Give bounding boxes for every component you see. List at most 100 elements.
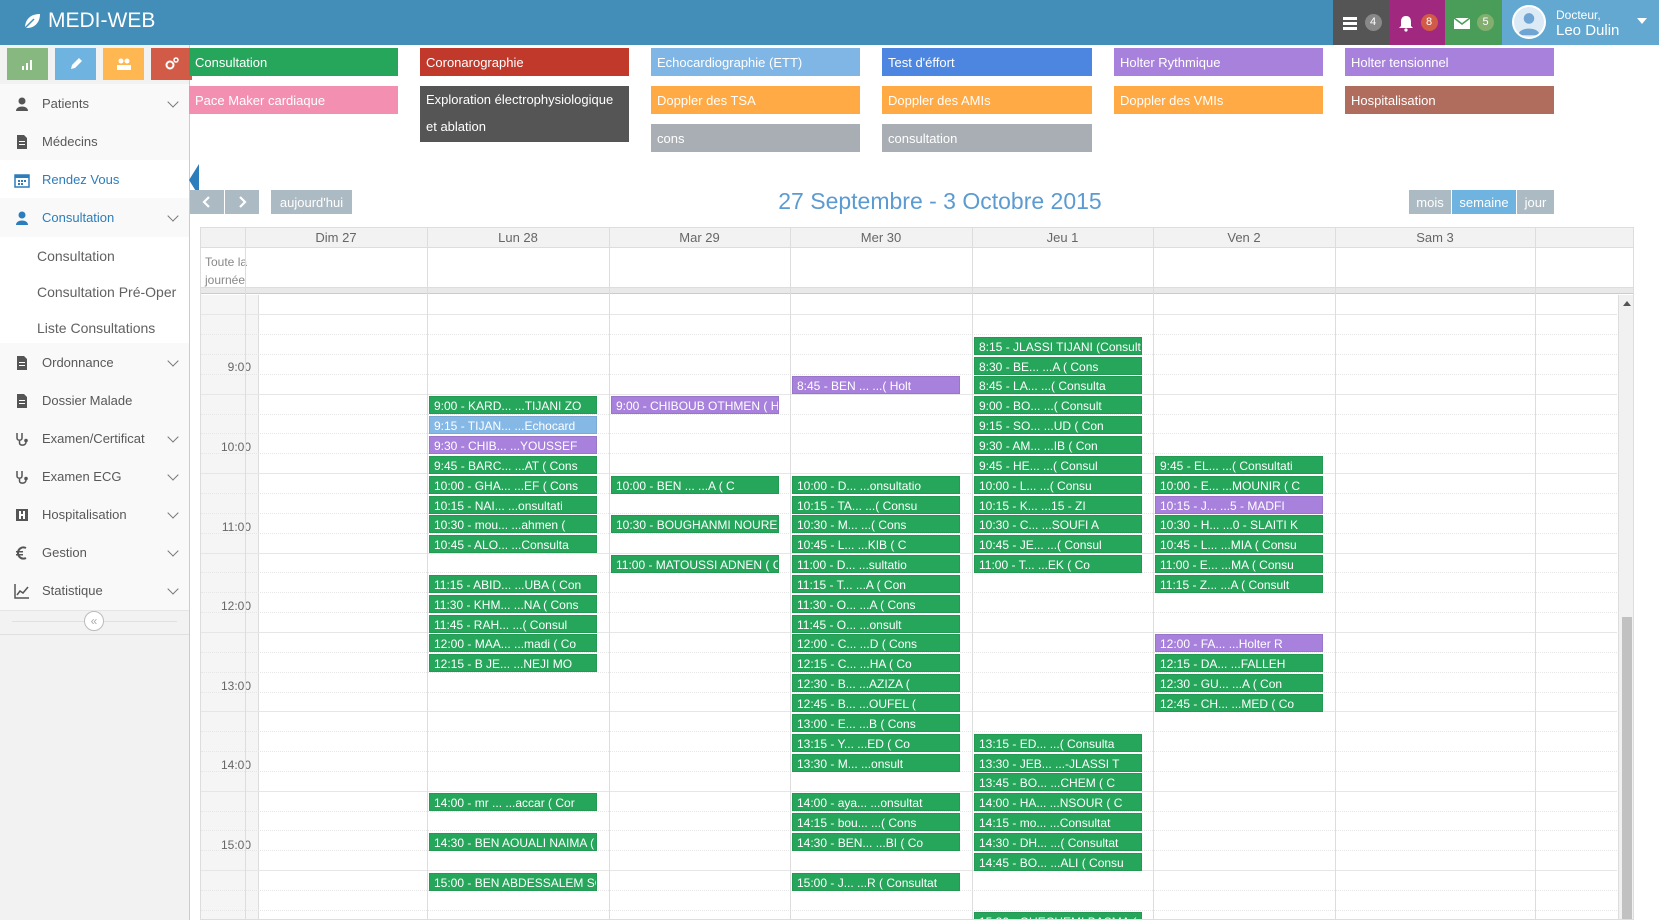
shortcut-edit-button[interactable] xyxy=(55,48,96,80)
appointment-event[interactable]: 8:15 - JLASSI TIJANI (Consultation) xyxy=(974,336,1142,355)
tasks-button[interactable]: 4 xyxy=(1333,0,1389,45)
appointment-event[interactable]: 13:15 - Y... ...ED ( Co xyxy=(792,733,960,752)
scroll-up-icon[interactable] xyxy=(1623,301,1631,306)
appointment-event[interactable]: 9:30 - AM... ...IB ( Con xyxy=(974,435,1142,454)
appointment-event[interactable]: 12:15 - DA... ...FALLEH xyxy=(1155,654,1323,673)
appointment-event[interactable]: 11:00 - T... ...EK ( Co xyxy=(974,555,1142,574)
appointment-event[interactable]: 14:00 - HA... ...NSOUR ( C xyxy=(974,793,1142,812)
submenu-consultation-pre-oper[interactable]: Consultation Pré-Oper xyxy=(0,273,189,311)
type-holter-rythmique[interactable]: Holter Rythmique xyxy=(1114,48,1323,76)
next-week-button[interactable] xyxy=(225,190,259,214)
view-week-button[interactable]: semaine xyxy=(1452,190,1516,214)
appointment-event[interactable]: 10:30 - BOUGHANMI NOUREDD xyxy=(611,515,779,534)
appointment-event[interactable]: 10:15 - K... ...15 - ZI xyxy=(974,495,1142,514)
type-echocardiographie[interactable]: Echocardiographie (ETT) xyxy=(651,48,860,76)
user-menu[interactable]: Docteur, Leo Dulin xyxy=(1502,0,1659,45)
type-consultation[interactable]: Consultation xyxy=(189,48,398,76)
appointment-event[interactable]: 8:45 - LA... ...( Consulta xyxy=(974,376,1142,395)
appointment-event[interactable]: 11:45 - O... ...onsult xyxy=(792,614,960,633)
submenu-consultation[interactable]: Consultation xyxy=(0,237,189,275)
appointment-event[interactable]: 10:30 - M... ...( Cons xyxy=(792,515,960,534)
brand[interactable]: MEDI-WEB xyxy=(22,9,155,33)
appointment-event[interactable]: 13:00 - E... ...B ( Cons xyxy=(792,713,960,732)
view-day-button[interactable]: jour xyxy=(1517,190,1554,214)
appointment-event[interactable]: 12:00 - C... ...D ( Cons xyxy=(792,634,960,653)
appointment-event[interactable]: 10:15 - NAI... ...onsultati xyxy=(429,495,597,514)
appointment-event[interactable]: 12:45 - B... ...OUFEL ( xyxy=(792,694,960,712)
appointment-event[interactable]: 12:15 - B JE... ...NEJI MO xyxy=(429,654,597,673)
appointment-event[interactable]: 12:00 - FA... ...Holter R xyxy=(1155,634,1323,653)
type-cons[interactable]: cons xyxy=(651,124,860,152)
type-pace-maker[interactable]: Pace Maker cardiaque xyxy=(189,86,398,114)
scroll-thumb[interactable] xyxy=(1622,617,1632,919)
appointment-event[interactable]: 10:00 - E... ...MOUNIR ( C xyxy=(1155,475,1323,494)
appointment-event[interactable]: 14:15 - mo... ...Consultat xyxy=(974,813,1142,832)
type-doppler-vmis[interactable]: Doppler des VMIs xyxy=(1114,86,1323,114)
appointment-event[interactable]: 12:00 - MAA... ...madi ( Co xyxy=(429,634,597,653)
sidebar-item-gestion[interactable]: Gestion xyxy=(0,533,189,573)
sidebar-item-examen-ecg[interactable]: Examen ECG xyxy=(0,457,189,497)
type-coronarographie[interactable]: Coronarographie xyxy=(420,48,629,76)
appointment-event[interactable]: 10:00 - D... ...onsultatio xyxy=(792,475,960,494)
appointment-event[interactable]: 13:30 - JEB... ...-JLASSI T xyxy=(974,753,1142,772)
appointment-event[interactable]: 11:00 - D... ...sultatio xyxy=(792,555,960,574)
shortcut-settings-button[interactable] xyxy=(151,48,192,80)
appointment-event[interactable]: 14:00 - mr ... ...accar ( Cor xyxy=(429,793,597,812)
appointment-event[interactable]: 11:30 - KHM... ...NA ( Cons xyxy=(429,594,597,613)
shortcut-stats-button[interactable] xyxy=(7,48,48,80)
appointment-event[interactable]: 15:30 - GUECHEMI BASMA ( Co xyxy=(974,912,1142,919)
appointment-event[interactable]: 11:15 - Z... ...A ( Consult xyxy=(1155,574,1323,593)
appointment-event[interactable]: 10:45 - JE... ...( Consul xyxy=(974,535,1142,554)
appointment-event[interactable]: 11:00 - E... ...MA ( Consu xyxy=(1155,555,1323,574)
type-doppler-amis[interactable]: Doppler des AMIs xyxy=(882,86,1092,114)
sidebar-item-medecins[interactable]: Médecins xyxy=(0,122,189,162)
appointment-event[interactable]: 13:30 - M... ...onsult xyxy=(792,753,960,772)
appointment-event[interactable]: 10:45 - L... ...KIB ( C xyxy=(792,535,960,554)
sidebar-item-rendez-vous[interactable]: Rendez Vous xyxy=(0,160,199,200)
appointment-event[interactable]: 11:30 - O... ...A ( Cons xyxy=(792,594,960,613)
notifications-button[interactable]: 8 xyxy=(1389,0,1445,45)
appointment-event[interactable]: 11:15 - ABID... ...UBA ( Con xyxy=(429,574,597,593)
sidebar-item-dossier-malade[interactable]: Dossier Malade xyxy=(0,381,189,421)
type-holter-tensionnel[interactable]: Holter tensionnel xyxy=(1345,48,1554,76)
appointment-event[interactable]: 8:45 - BEN ... ...( Holt xyxy=(792,376,960,395)
prev-week-button[interactable] xyxy=(190,190,224,214)
shortcut-users-button[interactable] xyxy=(103,48,144,80)
appointment-event[interactable]: 14:15 - bou... ...( Cons xyxy=(792,813,960,832)
appointment-event[interactable]: 10:30 - mou... ...ahmen ( xyxy=(429,515,597,534)
appointment-event[interactable]: 9:00 - BO... ...( Consult xyxy=(974,396,1142,415)
sidebar-item-patients[interactable]: Patients xyxy=(0,84,189,124)
allday-row[interactable]: Toute la journée xyxy=(201,248,1633,288)
appointment-event[interactable]: 13:45 - BO... ...CHEM ( C xyxy=(974,773,1142,792)
appointment-event[interactable]: 14:30 - BEN AOUALI NAIMA ( Co xyxy=(429,832,597,851)
appointment-event[interactable]: 10:45 - L... ...MIA ( Consu xyxy=(1155,535,1323,554)
appointment-event[interactable]: 15:00 - J... ...R ( Consultat xyxy=(792,872,960,891)
appointment-event[interactable]: 12:30 - B... ...AZIZA ( xyxy=(792,674,960,693)
type-test-effort[interactable]: Test d'éffort xyxy=(882,48,1092,76)
today-button[interactable]: aujourd'hui xyxy=(271,190,352,214)
appointment-event[interactable]: 9:00 - CHIBOUB OTHMEN ( Holt xyxy=(611,396,779,415)
appointment-event[interactable]: 10:00 - GHA... ...EF ( Cons xyxy=(429,475,597,494)
sidebar-item-hospitalisation[interactable]: Hospitalisation xyxy=(0,495,189,535)
appointment-event[interactable]: 10:45 - ALO... ...Consulta xyxy=(429,535,597,554)
appointment-event[interactable]: 14:30 - BEN... ...BI ( Co xyxy=(792,832,960,851)
type-consultation-lower[interactable]: consultation xyxy=(882,124,1092,152)
collapse-sidebar-icon[interactable]: « xyxy=(84,611,104,631)
appointment-event[interactable]: 15:00 - BEN ABDESSALEM SOUA xyxy=(429,872,597,891)
appointment-event[interactable]: 11:00 - MATOUSSI ADNEN ( Con xyxy=(611,555,779,574)
appointment-event[interactable]: 14:45 - BO... ...ALI ( Consu xyxy=(974,852,1142,871)
appointment-event[interactable]: 9:45 - HE... ...( Consul xyxy=(974,455,1142,474)
appointment-event[interactable]: 11:15 - T... ...A ( Con xyxy=(792,574,960,593)
appointment-event[interactable]: 9:45 - BARC... ...AT ( Cons xyxy=(429,455,597,474)
view-month-button[interactable]: mois xyxy=(1409,190,1451,214)
type-doppler-tsa[interactable]: Doppler des TSA xyxy=(651,86,860,114)
appointment-event[interactable]: 11:45 - RAH... ...( Consul xyxy=(429,614,597,633)
type-exploration[interactable]: Exploration électrophysiologique et abla… xyxy=(420,86,629,142)
sidebar-item-ordonnance[interactable]: Ordonnance xyxy=(0,343,189,383)
appointment-event[interactable]: 9:15 - TIJAN... ...Echocard xyxy=(429,416,597,435)
appointment-event[interactable]: 9:00 - KARD... ...TIJANI ZO xyxy=(429,396,597,415)
appointment-event[interactable]: 10:15 - J... ...5 - MADFI xyxy=(1155,495,1323,514)
messages-button[interactable]: 5 xyxy=(1445,0,1502,45)
time-grid[interactable]: 9:00 10:00 11:00 12:00 13:00 14:00 15:00… xyxy=(201,295,1633,919)
appointment-event[interactable]: 9:45 - EL... ...( Consultati xyxy=(1155,455,1323,474)
